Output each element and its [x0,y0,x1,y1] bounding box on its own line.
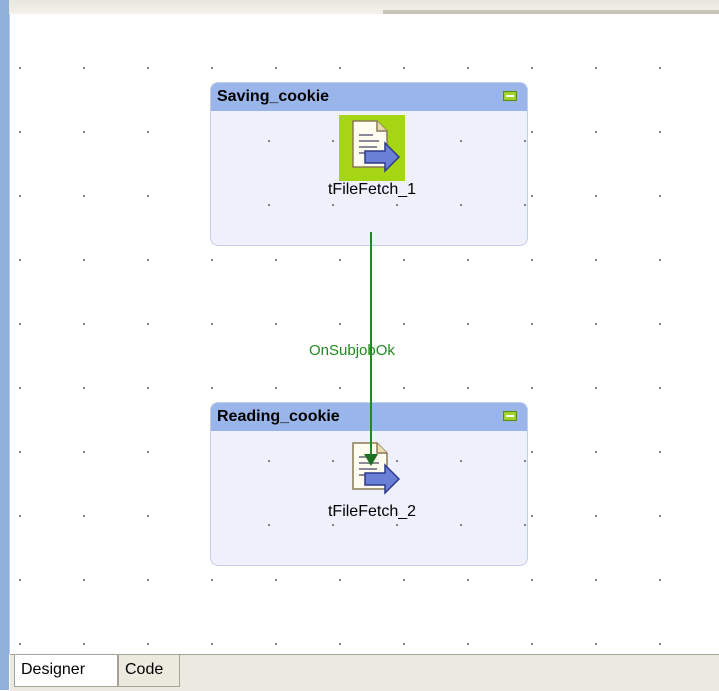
tab-code[interactable]: Code [118,655,180,687]
tab-designer[interactable]: Designer [14,655,118,687]
link-label[interactable]: OnSubjobOk [309,342,395,359]
editor-tab-bar: Designer Code [10,654,719,691]
arrowhead-icon [364,454,378,466]
